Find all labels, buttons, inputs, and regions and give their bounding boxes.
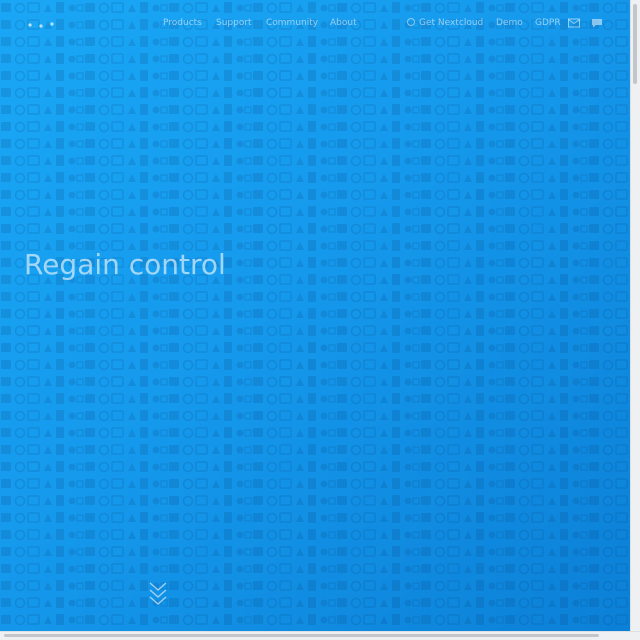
nav-gdpr[interactable]: GDPR	[535, 18, 561, 28]
page-viewport: Products Support Community About Get Nex…	[0, 0, 640, 640]
cloud-icon	[407, 18, 415, 26]
nav-products[interactable]: Products	[163, 18, 202, 28]
nav-about[interactable]: About	[330, 18, 357, 28]
horizontal-scrollbar-thumb[interactable]	[4, 634, 599, 637]
top-navigation: Products Support Community About Get Nex…	[0, 14, 630, 34]
nav-support[interactable]: Support	[216, 18, 252, 28]
chat-icon[interactable]	[591, 18, 603, 28]
chevron-down-icon[interactable]	[147, 580, 169, 608]
hero-title: Regain control	[24, 248, 226, 281]
nav-demo[interactable]: Demo	[496, 18, 523, 28]
nextcloud-logo-icon[interactable]	[26, 19, 58, 29]
vertical-scrollbar[interactable]	[630, 0, 640, 632]
nav-get-nextcloud-label: Get Nextcloud	[419, 18, 484, 28]
mail-icon[interactable]	[568, 18, 580, 28]
nav-community[interactable]: Community	[266, 18, 318, 28]
vertical-scrollbar-thumb[interactable]	[633, 4, 637, 84]
nav-get-nextcloud[interactable]: Get Nextcloud	[407, 18, 483, 28]
horizontal-scrollbar[interactable]	[0, 631, 640, 640]
background-icon-pattern	[0, 0, 630, 632]
